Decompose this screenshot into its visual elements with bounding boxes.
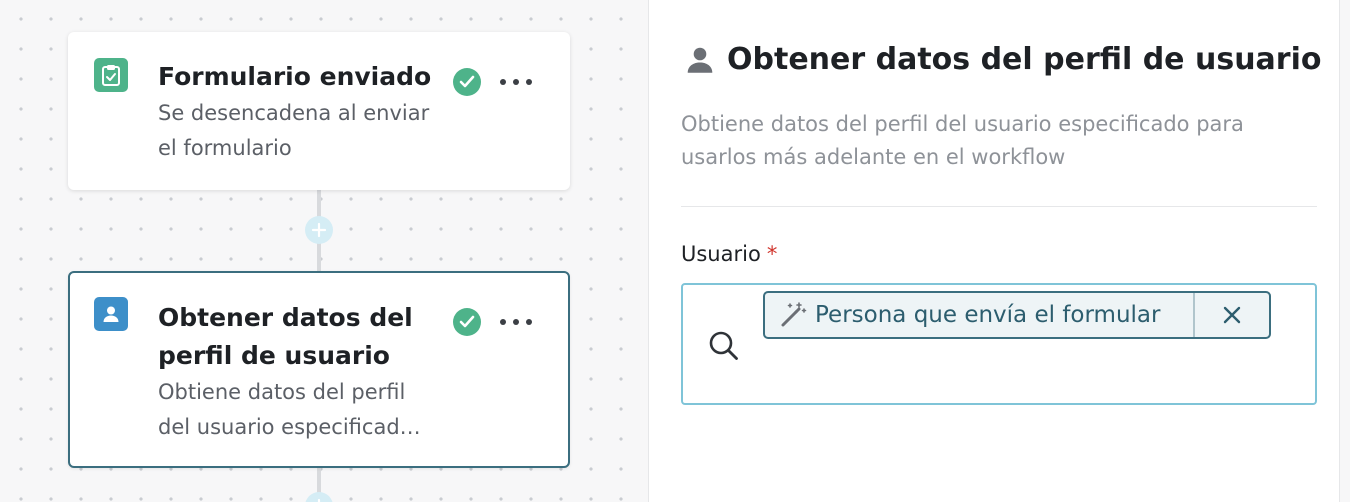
more-options-button[interactable]	[500, 76, 532, 88]
plus-icon	[317, 498, 321, 502]
node-description-line: el formulario	[158, 136, 292, 160]
dot	[513, 319, 519, 325]
check-icon	[453, 308, 481, 336]
search-icon	[709, 331, 738, 360]
user-select-field[interactable]: Persona que envía el formular	[681, 283, 1317, 405]
field-label-usuario: Usuario *	[681, 242, 777, 266]
node-description: Obtiene datos del perfil del usuario esp…	[158, 375, 448, 445]
node-title-line: perfil de usuario	[158, 341, 390, 370]
node-title-line: Obtener datos del	[158, 303, 413, 332]
dot	[526, 319, 532, 325]
plus-icon	[311, 222, 327, 238]
workflow-canvas[interactable]: Formulario enviado Se desencadena al env…	[0, 0, 648, 502]
chip-label: Persona que envía el formular	[815, 302, 1161, 328]
required-mark: *	[766, 242, 778, 266]
more-options-button[interactable]	[500, 316, 532, 328]
dot	[500, 319, 506, 325]
node-description-line: Se desencadena al enviar	[158, 101, 430, 125]
panel-title: Obtener datos del perfil de usuario	[727, 42, 1322, 77]
magic-wand-icon	[779, 301, 807, 329]
node-title: Obtener datos del perfil de usuario	[158, 299, 438, 375]
user-icon	[687, 47, 713, 73]
node-title: Formulario enviado	[158, 62, 432, 91]
check-icon	[453, 68, 481, 96]
workflow-node-trigger[interactable]: Formulario enviado Se desencadena al env…	[68, 32, 570, 190]
dot	[500, 79, 506, 85]
chip-separator	[1193, 293, 1195, 337]
clipboard-check-icon	[94, 58, 128, 92]
panel-header: Obtener datos del perfil de usuario	[685, 42, 1321, 77]
panel-description: Obtiene datos del perfil del usuario esp…	[681, 112, 1244, 169]
divider	[681, 206, 1317, 207]
node-description-line: Obtiene datos del perfil	[158, 380, 406, 404]
add-step-button[interactable]	[305, 492, 333, 502]
add-step-button[interactable]	[305, 216, 333, 244]
workflow-node-get-user-profile[interactable]: Obtener datos del perfil de usuario Obti…	[68, 271, 570, 468]
dot	[513, 79, 519, 85]
node-description: Se desencadena al enviar el formulario	[158, 96, 448, 166]
remove-chip-button[interactable]	[1195, 293, 1269, 337]
step-config-panel: Obtener datos del perfil de usuario Obti…	[648, 0, 1340, 502]
user-icon	[94, 297, 128, 331]
node-description-line: del usuario especificad…	[158, 415, 421, 439]
selected-value-chip[interactable]: Persona que envía el formular	[763, 291, 1271, 339]
close-icon	[1223, 306, 1241, 324]
dot	[526, 79, 532, 85]
field-label-text: Usuario	[681, 242, 761, 266]
window-edge	[1340, 0, 1350, 502]
